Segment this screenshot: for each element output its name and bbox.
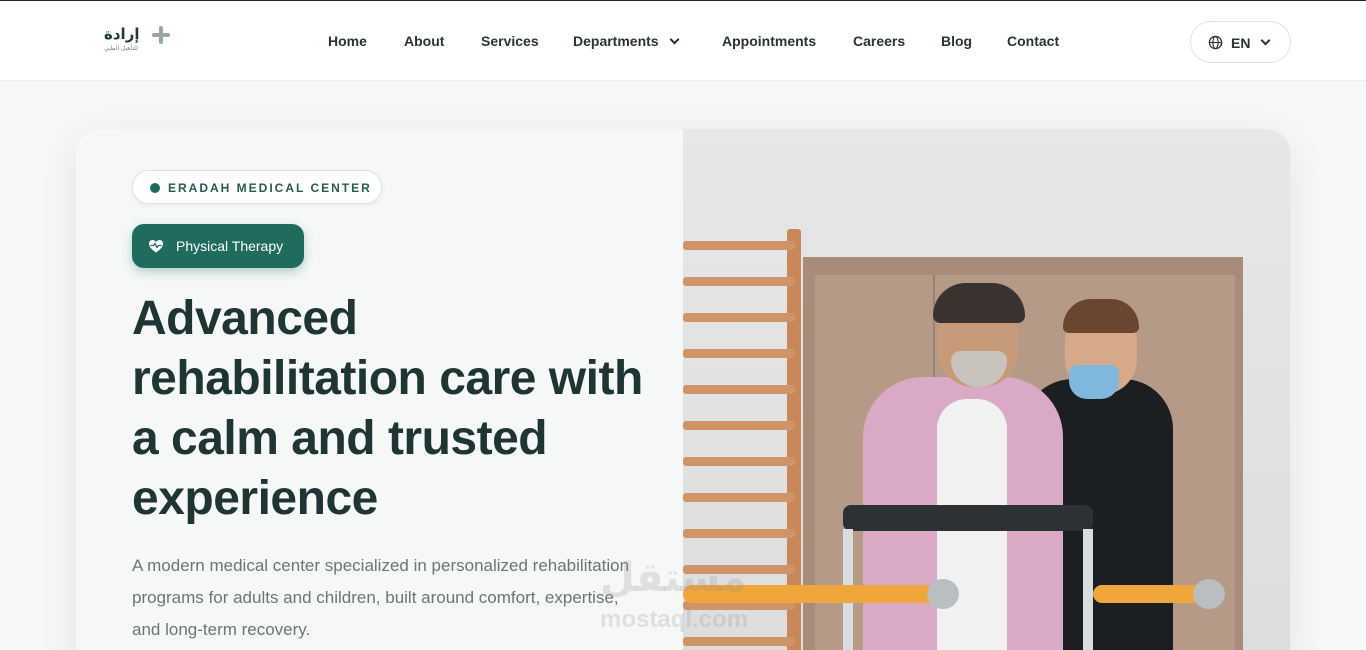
chevron-down-icon (1260, 35, 1271, 46)
face-mask (1069, 365, 1119, 399)
nav-departments[interactable]: Departments (573, 33, 680, 49)
bar-cap (1193, 579, 1225, 609)
globe-icon (1208, 35, 1223, 50)
nav-departments-label: Departments (573, 33, 659, 49)
patient-hair (933, 283, 1025, 323)
eyebrow-text: ERADAH MEDICAL CENTER (168, 181, 372, 195)
language-selector[interactable]: EN (1190, 21, 1291, 63)
badge-label: Physical Therapy (176, 238, 284, 254)
hero-content: ERADAH MEDICAL CENTER Physical Therapy A… (76, 129, 683, 650)
nav-home[interactable]: Home (328, 33, 367, 49)
hero-description: A modern medical center specialized in p… (132, 556, 630, 639)
logo-arabic-text: إرادة (104, 25, 140, 43)
watermark: مستقل (600, 556, 747, 600)
nav-services[interactable]: Services (481, 33, 539, 49)
nav-appointments[interactable]: Appointments (722, 33, 816, 49)
nav-blog[interactable]: Blog (941, 33, 972, 49)
chevron-down-icon (669, 34, 680, 45)
logo[interactable]: إرادة للتأهيل الطبي (104, 25, 174, 59)
site-header: إرادة للتأهيل الطبي Home About Services … (0, 0, 1366, 81)
language-label: EN (1231, 35, 1251, 51)
physical-therapy-badge[interactable]: Physical Therapy (132, 224, 304, 268)
therapist-hair (1063, 299, 1139, 333)
watermark-url: mostaql.com (600, 606, 749, 633)
eyebrow-pill: ERADAH MEDICAL CENTER (132, 170, 382, 204)
nav-about[interactable]: About (404, 33, 444, 49)
nav-careers[interactable]: Careers (853, 33, 905, 49)
hero-headline: Advanced rehabilitation care with a calm… (132, 292, 643, 525)
walker-handlebar (843, 505, 1093, 531)
hero-image (683, 129, 1290, 650)
heart-pulse-icon (149, 240, 163, 253)
logo-plus-icon (152, 26, 170, 44)
nav-contact[interactable]: Contact (1007, 33, 1059, 49)
dot-icon (150, 183, 160, 193)
bar-cap (927, 579, 959, 609)
logo-subtitle: للتأهيل الطبي (104, 46, 138, 52)
